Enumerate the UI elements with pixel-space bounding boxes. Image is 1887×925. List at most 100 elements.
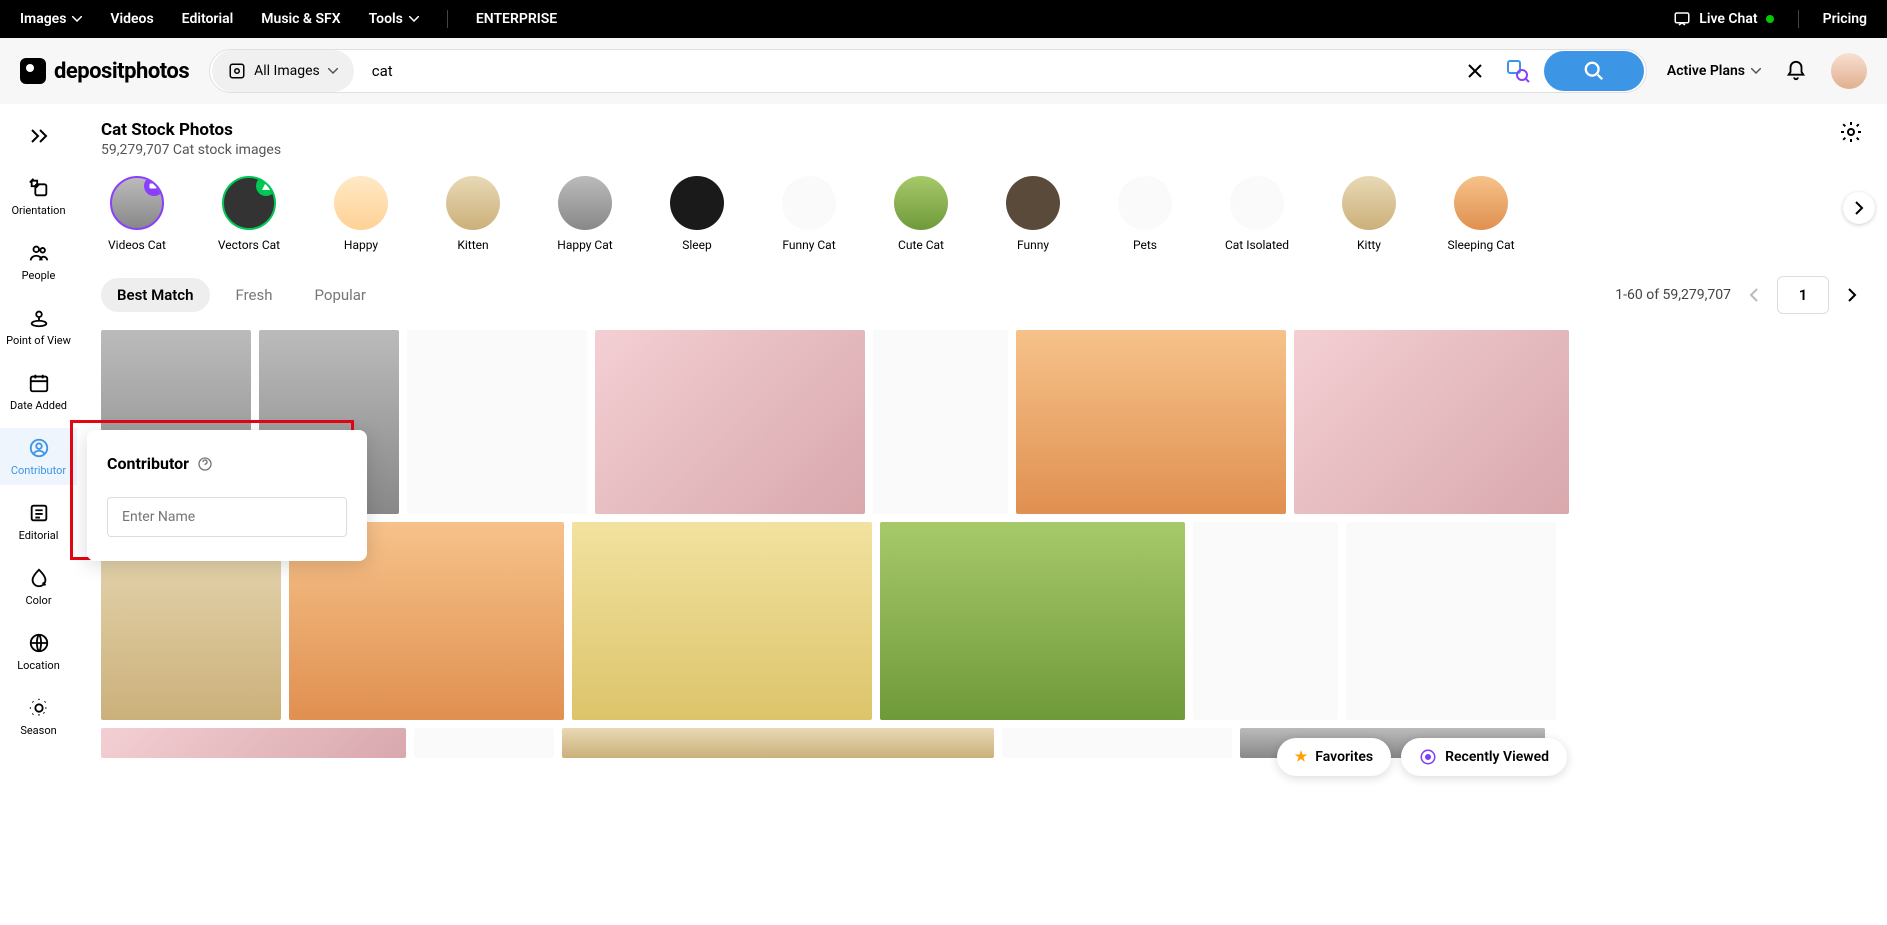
clear-search-button[interactable] [1456, 64, 1494, 78]
filter-pov[interactable]: Point of View [0, 298, 77, 355]
gallery-image[interactable] [1002, 728, 1232, 758]
gallery-image[interactable] [1193, 522, 1338, 720]
related-videos-cat[interactable]: Videos Cat [101, 176, 173, 252]
nav-enterprise[interactable]: ENTERPRISE [476, 11, 557, 27]
logo[interactable]: depositphotos [20, 58, 189, 84]
gallery-image[interactable] [572, 522, 872, 720]
search-type-selector[interactable]: All Images [212, 50, 354, 92]
bell-icon [1785, 60, 1807, 82]
editorial-icon [28, 502, 50, 524]
season-icon [28, 697, 50, 719]
chevron-right-icon [1847, 288, 1857, 302]
search-input[interactable] [356, 62, 1456, 80]
divider [1798, 10, 1799, 28]
gallery-image[interactable] [595, 330, 865, 514]
gallery-image[interactable] [1346, 522, 1556, 720]
active-plans[interactable]: Active Plans [1667, 63, 1761, 79]
gallery-image[interactable] [407, 330, 587, 514]
chevron-left-icon [1749, 288, 1759, 302]
page-prev-button[interactable] [1743, 282, 1765, 308]
visual-search-button[interactable] [1494, 59, 1542, 83]
filter-date-added[interactable]: Date Added [0, 363, 77, 420]
image-icon [228, 62, 246, 80]
page-title: Cat Stock Photos [101, 120, 281, 140]
popout-title: Contributor [107, 454, 189, 473]
nav-editorial[interactable]: Editorial [182, 11, 234, 27]
related-pets[interactable]: Pets [1109, 176, 1181, 252]
nav-pricing[interactable]: Pricing [1823, 11, 1867, 27]
related-happy[interactable]: Happy [325, 176, 397, 252]
search-icon [1583, 60, 1605, 82]
page-next-button[interactable] [1841, 282, 1863, 308]
related-kitty[interactable]: Kitty [1333, 176, 1405, 252]
gallery-image[interactable] [880, 522, 1185, 720]
filter-color[interactable]: Color [0, 558, 77, 615]
status-dot-icon [1766, 15, 1774, 23]
recently-viewed-button[interactable]: Recently Viewed [1401, 738, 1567, 776]
favorites-button[interactable]: ★ Favorites [1277, 738, 1391, 776]
filter-editorial[interactable]: Editorial [0, 493, 77, 550]
star-icon: ★ [1295, 749, 1308, 765]
sidebar-expand-button[interactable] [21, 120, 57, 152]
pagination: 1-60 of 59,279,707 [1615, 276, 1863, 314]
filter-orientation[interactable]: Orientation [0, 168, 77, 225]
live-chat[interactable]: Live Chat [1673, 10, 1773, 28]
related-happy-cat[interactable]: Happy Cat [549, 176, 621, 252]
related-cat-isolated[interactable]: Cat Isolated [1221, 176, 1293, 252]
gallery-image[interactable] [562, 728, 994, 758]
related-sleep[interactable]: Sleep [661, 176, 733, 252]
divider [447, 10, 448, 28]
camera-icon [148, 180, 160, 192]
filter-season[interactable]: Season [0, 688, 77, 745]
gallery-image[interactable] [414, 728, 554, 758]
chevron-down-icon [1751, 68, 1761, 74]
related-sleeping-cat[interactable]: Sleeping Cat [1445, 176, 1517, 252]
close-icon [1468, 64, 1482, 78]
gallery-image[interactable] [1016, 330, 1286, 514]
people-icon [28, 242, 50, 264]
view-settings-button[interactable] [1839, 120, 1863, 144]
gear-icon [1839, 120, 1863, 144]
eye-icon [1419, 748, 1437, 766]
color-icon [28, 567, 50, 589]
related-searches: Videos Cat Vectors Cat Happy Kitten Happ… [101, 176, 1863, 252]
globe-icon [28, 632, 50, 654]
image-search-icon [1506, 59, 1530, 83]
gallery-image[interactable] [873, 330, 1008, 514]
sort-best-match[interactable]: Best Match [101, 278, 210, 312]
nav-tools[interactable]: Tools [369, 11, 419, 27]
chat-icon [1673, 10, 1691, 28]
nav-videos[interactable]: Videos [110, 11, 153, 27]
chevron-down-icon [409, 16, 419, 22]
notifications-button[interactable] [1785, 60, 1807, 82]
chevron-right-icon [1854, 201, 1864, 215]
user-avatar[interactable] [1831, 53, 1867, 89]
related-cute-cat[interactable]: Cute Cat [885, 176, 957, 252]
logo-icon [20, 58, 46, 84]
contributor-popout: Contributor [87, 430, 367, 561]
pov-icon [28, 307, 50, 329]
related-funny[interactable]: Funny [997, 176, 1069, 252]
search-button[interactable] [1544, 51, 1644, 91]
chevron-down-icon [328, 68, 338, 74]
related-vectors-cat[interactable]: Vectors Cat [213, 176, 285, 252]
nav-images[interactable]: Images [20, 11, 82, 27]
help-icon[interactable] [197, 456, 213, 472]
gallery-image[interactable] [1294, 330, 1569, 514]
filter-contributor[interactable]: Contributor [0, 428, 77, 485]
calendar-icon [28, 372, 50, 394]
sort-fresh[interactable]: Fresh [220, 278, 289, 312]
search-bar: All Images [209, 49, 1647, 93]
filter-people[interactable]: People [0, 233, 77, 290]
filter-location[interactable]: Location [0, 623, 77, 680]
page-input[interactable] [1777, 276, 1829, 314]
contributor-name-input[interactable] [107, 497, 347, 537]
related-funny-cat[interactable]: Funny Cat [773, 176, 845, 252]
chevron-down-icon [72, 16, 82, 22]
contributor-icon [28, 437, 50, 459]
nav-music[interactable]: Music & SFX [261, 11, 340, 27]
gallery-image[interactable] [101, 728, 406, 758]
sort-popular[interactable]: Popular [299, 278, 383, 312]
related-kitten[interactable]: Kitten [437, 176, 509, 252]
related-next-button[interactable] [1843, 192, 1875, 224]
